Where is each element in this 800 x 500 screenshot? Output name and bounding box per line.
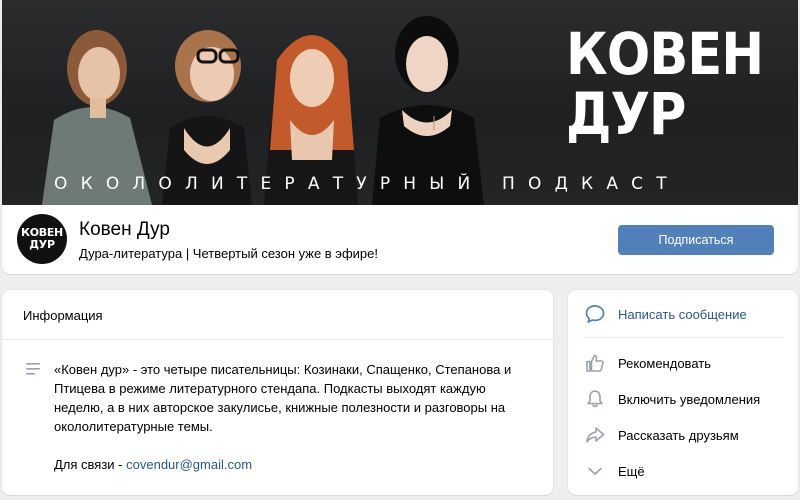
cover-title: КОВЕН ДУР — [566, 20, 764, 148]
subscribe-button[interactable]: Подписаться — [618, 225, 774, 255]
actions-card: Написать сообщение Рекомендовать Включит… — [568, 290, 798, 495]
contact-prefix: Для связи - — [54, 457, 127, 472]
bell-icon — [587, 390, 603, 408]
write-message-action[interactable]: Написать сообщение — [568, 299, 798, 329]
contact-line: Для связи - covendur@gmail.com — [54, 455, 252, 474]
group-description: «Ковен дур» - это четыре писательницы: К… — [54, 362, 512, 434]
more-label: Ещё — [618, 463, 645, 479]
cover-title-line2: ДУР — [566, 80, 686, 148]
chevron-down-icon — [588, 467, 602, 475]
share-arrow-icon — [586, 427, 605, 443]
text-lines-icon — [26, 363, 40, 375]
write-message-label: Написать сообщение — [618, 306, 747, 322]
info-body: «Ковен дур» - это четыре писательницы: К… — [2, 341, 553, 495]
notifications-label: Включить уведомления — [618, 391, 761, 407]
cover-subtitle: ОКОЛОЛИТЕРАТУРНЫЙ ПОДКАСТ — [54, 174, 680, 194]
thumbs-up-icon — [586, 354, 604, 372]
info-header: Информация — [2, 290, 553, 340]
profile-card: КОВЕН ДУР ОКОЛОЛИТЕРАТУРНЫЙ ПОДКАСТ КОВЕ… — [2, 0, 798, 274]
group-status: Дура-литература | Четвертый сезон уже в … — [79, 246, 378, 261]
more-action[interactable]: Ещё — [568, 456, 798, 486]
message-bubble-icon — [585, 305, 605, 323]
recommend-label: Рекомендовать — [618, 355, 711, 371]
info-card: Информация «Ковен дур» - это четыре писа… — [2, 290, 553, 495]
group-header: КОВЕН ДУР Ковен Дур Дура-литература | Че… — [2, 205, 798, 274]
share-action[interactable]: Рассказать друзьям — [568, 420, 798, 450]
group-name: Ковен Дур — [79, 219, 170, 240]
share-label: Рассказать друзьям — [618, 427, 739, 443]
cover-image: КОВЕН ДУР ОКОЛОЛИТЕРАТУРНЫЙ ПОДКАСТ — [2, 0, 798, 205]
avatar-line2: ДУР — [29, 238, 55, 251]
recommend-action[interactable]: Рекомендовать — [568, 348, 798, 378]
cover-title-line1: КОВЕН — [566, 20, 764, 88]
contact-email-link[interactable]: covendur@gmail.com — [126, 457, 252, 472]
actions-divider — [584, 337, 784, 338]
avatar[interactable]: КОВЕН ДУР — [17, 214, 67, 264]
notifications-action[interactable]: Включить уведомления — [568, 384, 798, 414]
